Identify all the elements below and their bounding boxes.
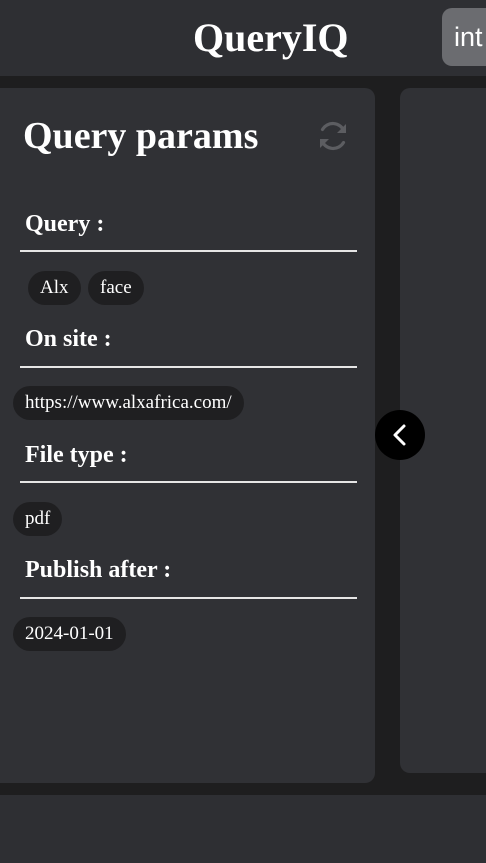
site-chip: https://www.alxafrica.com/ [13, 386, 244, 420]
bottom-bar [0, 795, 486, 863]
query-label: Query : [25, 211, 105, 237]
top-bar: QueryIQ int [0, 0, 486, 76]
collapse-panel-button[interactable] [375, 410, 425, 460]
file-type-divider [20, 481, 357, 483]
app-page: QueryIQ int Query params Query : Alx fac… [0, 0, 486, 863]
publish-date-chip: 2024-01-01 [13, 617, 126, 651]
refresh-icon[interactable] [315, 118, 351, 154]
on-site-divider [20, 366, 357, 368]
app-title: QueryIQ [193, 15, 349, 60]
publish-after-label: Publish after : [25, 557, 172, 583]
publish-after-divider [20, 597, 357, 599]
on-site-label: On site : [25, 326, 112, 352]
panel-title: Query params [23, 115, 259, 157]
query-chip: face [88, 271, 144, 305]
file-type-label: File type : [25, 442, 128, 468]
query-params-panel [0, 88, 375, 783]
query-divider [20, 250, 357, 252]
chevron-left-icon [393, 424, 406, 446]
query-chip: Alx [28, 271, 81, 305]
language-button[interactable]: int [442, 8, 486, 66]
file-type-chip: pdf [13, 502, 63, 536]
